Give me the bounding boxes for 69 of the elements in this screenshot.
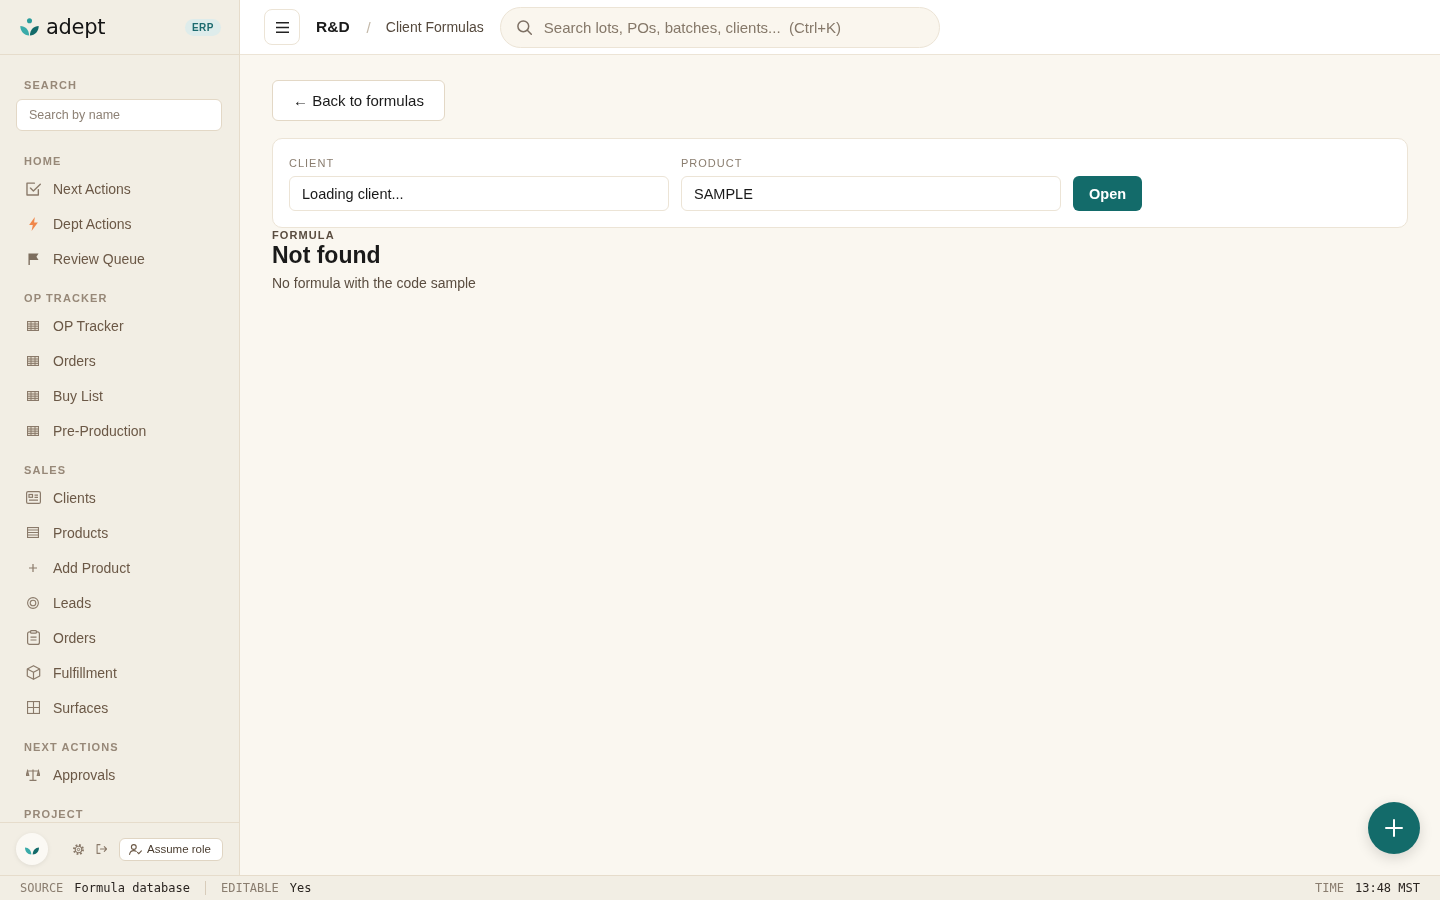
id-card-icon (25, 491, 41, 504)
section-heading: HOME (23, 154, 63, 168)
grid-icon (26, 701, 40, 714)
text-field[interactable]: Loading client... (289, 176, 669, 211)
status-label: SOURCE (20, 881, 64, 895)
sidebar-item[interactable]: Orders (16, 620, 222, 655)
sidebar-item[interactable]: Add Product (16, 550, 222, 585)
sidebar-item[interactable]: Pre-Production (16, 413, 222, 448)
section-heading: SEARCH (23, 78, 79, 92)
section-heading: OP TRACKER (23, 291, 109, 305)
table-icon (27, 320, 39, 331)
result-message: No formula with the code sample (272, 274, 477, 293)
leaf-avatar-icon[interactable] (16, 833, 48, 865)
status-value: Formula database (74, 881, 190, 895)
menu-button[interactable] (264, 9, 300, 45)
menu-icon (275, 21, 289, 33)
sidebar-item[interactable]: Products (16, 515, 222, 550)
table-icon (27, 390, 39, 401)
section-heading: SALES (23, 463, 68, 477)
breadcrumb-link[interactable]: R&D (316, 18, 350, 36)
sidebar-item[interactable]: Next Actions (16, 171, 222, 206)
field-label: CLIENT (289, 157, 336, 169)
logo-wordmark: adept (46, 15, 106, 39)
sidebar-item[interactable]: Review Queue (16, 241, 222, 276)
check-square-icon (25, 181, 41, 196)
cube-icon (25, 665, 41, 680)
plus-icon (1385, 819, 1403, 837)
sidebar-item[interactable]: Approvals (16, 757, 222, 792)
user-check-icon (129, 843, 142, 855)
text-field[interactable]: SAMPLE (681, 176, 1061, 211)
logo-icon (20, 18, 39, 36)
sidebar-search-field[interactable]: Search by name (16, 99, 222, 131)
breadcrumb-separator: / (366, 18, 371, 36)
table-icon (27, 355, 39, 366)
sidebar-item[interactable]: Clients (16, 480, 222, 515)
logout-icon[interactable] (96, 844, 107, 854)
status-value: 13:48 MST (1354, 881, 1420, 895)
sidebar-item[interactable]: Leads (16, 585, 222, 620)
status-label: TIME (1315, 881, 1344, 895)
sidebar-item[interactable]: OP Tracker (16, 308, 222, 343)
sidebar-item[interactable]: Orders (16, 343, 222, 378)
table-icon (27, 425, 39, 436)
open-button[interactable]: Open (1073, 176, 1143, 211)
module-badge: ERP (184, 18, 221, 36)
list-icon (27, 527, 39, 538)
gear-icon[interactable] (73, 843, 84, 855)
sidebar-item[interactable]: Fulfillment (16, 655, 222, 690)
field-label: PRODUCT (681, 157, 744, 169)
sidebar-item[interactable]: Dept Actions (16, 206, 222, 241)
search-icon (516, 19, 532, 35)
scales-icon (26, 768, 40, 781)
result-title: Not found (272, 241, 382, 269)
back-button[interactable]: ← Back to formulas (272, 80, 445, 121)
section-heading: NEXT ACTIONS (23, 740, 120, 754)
target-icon (27, 596, 39, 609)
plus-icon (29, 563, 37, 572)
lightning-icon (28, 216, 38, 231)
sidebar-item[interactable]: Buy List (16, 378, 222, 413)
sidebar-item[interactable]: Surfaces (16, 690, 222, 725)
status-value: Yes (289, 881, 312, 895)
section-heading: PROJECT (23, 807, 85, 821)
global-search-field[interactable]: Search lots, POs, batches, clients... (Ctrl+K) (499, 6, 940, 48)
breadcrumb-current: Client Formulas (385, 19, 484, 35)
clipboard-icon (26, 630, 40, 645)
flag-icon (27, 252, 39, 265)
add-button[interactable] (1368, 802, 1420, 854)
section-label: FORMULA (272, 229, 336, 241)
status-label: EDITABLE (220, 881, 279, 895)
assume-role-button[interactable]: Assume role (119, 837, 223, 861)
